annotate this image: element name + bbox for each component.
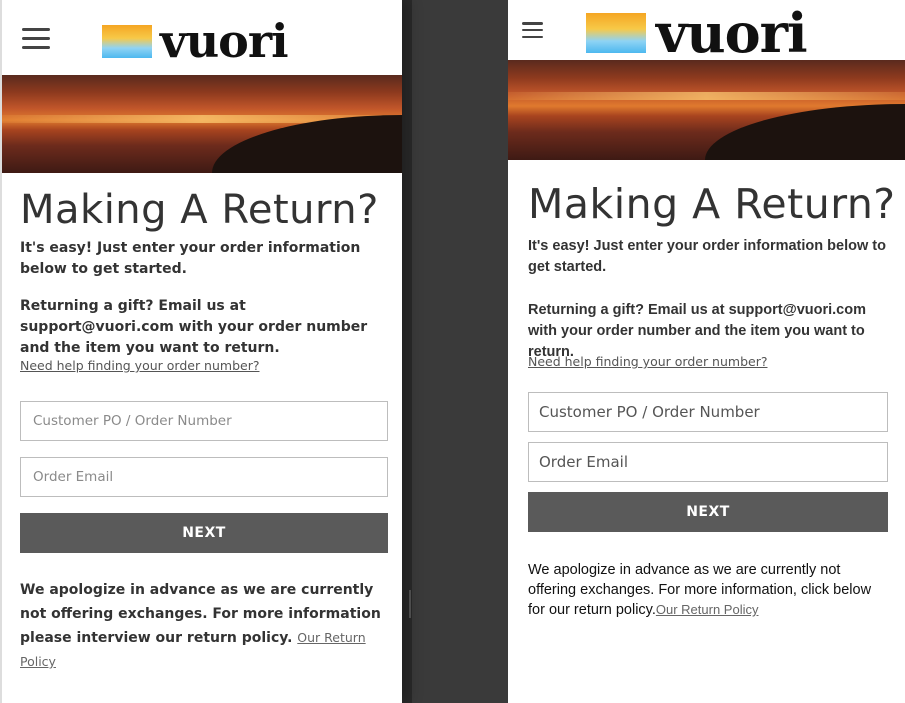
exchange-note: We apologize in advance as we are curren…	[20, 578, 392, 674]
left-preview-panel: vuori Making A Return? It's easy! Just e…	[0, 0, 402, 703]
gift-text: Returning a gift? Email us at support@vu…	[20, 298, 368, 356]
intro-text: It's easy! Just enter your order informa…	[20, 240, 361, 277]
exchange-note: We apologize in advance as we are curren…	[528, 560, 890, 620]
return-policy-link[interactable]: Our Return Policy	[656, 602, 759, 617]
logo-wordmark: vuori	[160, 14, 289, 68]
page-title: Making A Return?	[528, 180, 896, 228]
panel-divider	[402, 0, 508, 703]
logo-swatch	[586, 13, 646, 53]
hamburger-menu-icon[interactable]	[522, 22, 543, 38]
right-preview-panel: vuori Making A Return? It's easy! Just e…	[508, 0, 905, 703]
site-header: vuori	[2, 0, 402, 75]
next-button[interactable]: NEXT	[20, 513, 388, 553]
next-button[interactable]: NEXT	[528, 492, 888, 532]
order-email-input[interactable]	[528, 442, 888, 482]
order-number-help-link[interactable]: Need help finding your order number?	[528, 354, 767, 369]
page-title: Making A Return?	[20, 187, 379, 233]
order-email-input[interactable]	[20, 457, 388, 497]
hero-image	[508, 60, 905, 160]
order-number-input[interactable]	[20, 401, 388, 441]
vuori-logo[interactable]: vuori	[586, 1, 808, 65]
hero-image	[2, 75, 402, 173]
hamburger-menu-icon[interactable]	[22, 28, 50, 49]
site-header: vuori	[508, 0, 905, 60]
resize-handle[interactable]	[409, 590, 411, 618]
intro-text: It's easy! Just enter your order informa…	[528, 238, 886, 275]
logo-swatch	[102, 24, 152, 58]
logo-wordmark: vuori	[656, 1, 808, 65]
order-number-input[interactable]	[528, 392, 888, 432]
vuori-logo[interactable]: vuori	[102, 14, 289, 68]
order-number-help-link[interactable]: Need help finding your order number?	[20, 358, 259, 373]
